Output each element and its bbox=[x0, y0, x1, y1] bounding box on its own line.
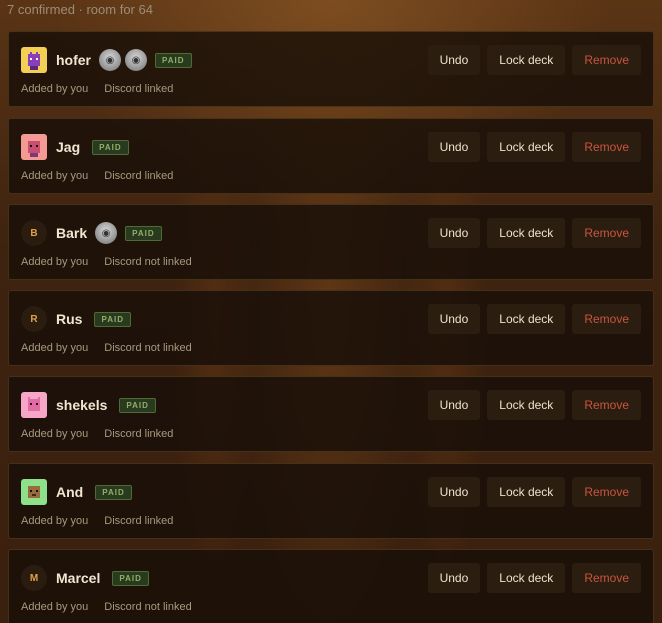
added-by-text: Added by you bbox=[21, 515, 89, 527]
undo-button[interactable]: Undo bbox=[427, 132, 481, 162]
remove-button[interactable]: Remove bbox=[572, 477, 641, 507]
discord-status-text: Discord linked bbox=[104, 83, 174, 95]
pixel-green-dog-icon bbox=[21, 479, 47, 505]
added-by-text: Added by you bbox=[21, 170, 89, 182]
player-name: Marcel bbox=[56, 570, 101, 586]
lock-deck-button[interactable]: Lock deck bbox=[487, 218, 566, 248]
undo-button[interactable]: Undo bbox=[427, 304, 481, 334]
remove-button[interactable]: Remove bbox=[572, 390, 641, 420]
added-by-text: Added by you bbox=[21, 256, 89, 268]
lock-deck-button[interactable]: Lock deck bbox=[487, 477, 566, 507]
remove-button[interactable]: Remove bbox=[572, 132, 641, 162]
paid-badge: PAID bbox=[92, 139, 129, 155]
letter-avatar: B bbox=[21, 220, 47, 246]
undo-button[interactable]: Undo bbox=[427, 563, 481, 593]
player-name: shekels bbox=[56, 397, 108, 413]
remove-button[interactable]: Remove bbox=[572, 218, 641, 248]
discord-status-text: Discord linked bbox=[104, 515, 174, 527]
pixel-purple-creature-icon bbox=[21, 47, 47, 73]
owl-avatar-icon: ◉ bbox=[125, 49, 147, 71]
player-name: And bbox=[56, 484, 84, 500]
discord-status-text: Discord linked bbox=[104, 428, 174, 440]
undo-button[interactable]: Undo bbox=[427, 218, 481, 248]
undo-button[interactable]: Undo bbox=[427, 45, 481, 75]
undo-button[interactable]: Undo bbox=[427, 477, 481, 507]
player-card-and: And PAID Added by you Discord linked Undo… bbox=[8, 463, 654, 539]
paid-badge: PAID bbox=[119, 397, 156, 413]
paid-badge: PAID bbox=[155, 52, 192, 68]
added-by-text: Added by you bbox=[21, 342, 89, 354]
player-card-bark: B Bark ◉ PAID Added by you Discord not li… bbox=[8, 204, 654, 280]
remove-button[interactable]: Remove bbox=[572, 304, 641, 334]
discord-status-text: Discord not linked bbox=[104, 601, 192, 613]
added-by-text: Added by you bbox=[21, 601, 89, 613]
player-name: Jag bbox=[56, 139, 81, 155]
added-by-text: Added by you bbox=[21, 428, 89, 440]
player-card-rus: R Rus PAID Added by you Discord not linke… bbox=[8, 290, 654, 366]
remove-button[interactable]: Remove bbox=[572, 563, 641, 593]
lock-deck-button[interactable]: Lock deck bbox=[487, 390, 566, 420]
undo-button[interactable]: Undo bbox=[427, 390, 481, 420]
pixel-pink-cat-icon bbox=[21, 392, 47, 418]
added-by-text: Added by you bbox=[21, 83, 89, 95]
player-card-marcel: M Marcel PAID Added by you Discord not li… bbox=[8, 549, 654, 623]
paid-badge: PAID bbox=[112, 570, 149, 586]
roster-summary: 7 confirmed · room for 64 bbox=[7, 2, 153, 17]
lock-deck-button[interactable]: Lock deck bbox=[487, 45, 566, 75]
paid-badge: PAID bbox=[94, 311, 131, 327]
paid-badge: PAID bbox=[125, 225, 162, 241]
discord-status-text: Discord linked bbox=[104, 170, 174, 182]
player-name: Rus bbox=[56, 311, 83, 327]
player-card-hofer: hofer ◉ ◉ PAID Added by you Discord linke… bbox=[8, 31, 654, 107]
discord-status-text: Discord not linked bbox=[104, 342, 192, 354]
player-card-jag: Jag PAID Added by you Discord linked Undo… bbox=[8, 118, 654, 194]
remove-button[interactable]: Remove bbox=[572, 45, 641, 75]
player-name: Bark bbox=[56, 225, 88, 241]
letter-avatar: R bbox=[21, 306, 47, 332]
player-card-shekels: shekels PAID Added by you Discord linked … bbox=[8, 376, 654, 452]
letter-avatar: M bbox=[21, 565, 47, 591]
discord-status-text: Discord not linked bbox=[104, 256, 192, 268]
owl-avatar-icon: ◉ bbox=[95, 222, 118, 244]
paid-badge: PAID bbox=[95, 484, 132, 500]
owl-avatar-icon: ◉ bbox=[99, 49, 121, 71]
pixel-pink-creature-icon bbox=[21, 134, 47, 160]
lock-deck-button[interactable]: Lock deck bbox=[487, 563, 566, 593]
player-name: hofer bbox=[56, 52, 91, 68]
lock-deck-button[interactable]: Lock deck bbox=[487, 304, 566, 334]
lock-deck-button[interactable]: Lock deck bbox=[487, 132, 566, 162]
